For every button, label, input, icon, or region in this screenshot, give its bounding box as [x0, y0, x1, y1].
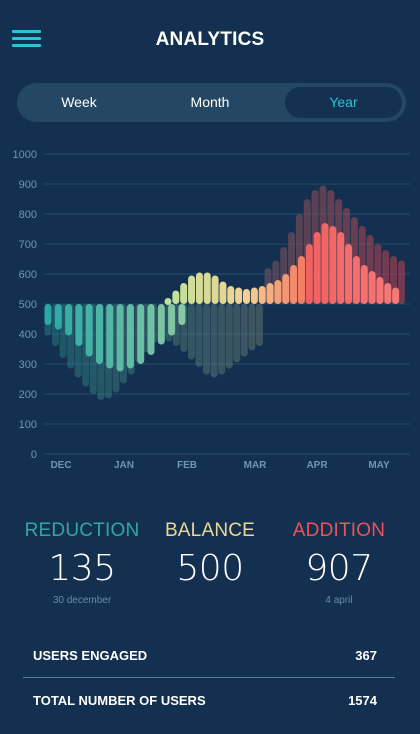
summary-value: 1574 [348, 693, 377, 708]
bar-reduction [126, 304, 134, 369]
stat-addition: ADDITION 907 4 april [269, 520, 409, 607]
background-bar [187, 304, 195, 360]
background-bar [248, 304, 256, 351]
x-tick-label: MAR [244, 460, 268, 471]
x-tick-label: MAY [368, 460, 390, 471]
x-tick-label: DEC [50, 460, 71, 471]
page-title: ANALYTICS [155, 29, 265, 50]
bar-addition [188, 275, 196, 304]
stat-reduction: REDUCTION 135 30 december [12, 520, 152, 607]
y-tick-label: 800 [19, 209, 37, 221]
bar-addition [360, 265, 368, 304]
bar-reduction [116, 304, 124, 372]
x-tick-label: APR [306, 460, 328, 471]
y-tick-label: 600 [19, 269, 37, 281]
stat-addition-value: 907 [305, 548, 373, 589]
background-bar [255, 304, 263, 346]
bar-addition [368, 271, 376, 304]
bar-addition [219, 281, 227, 304]
tab-week[interactable]: Week [21, 87, 137, 118]
summary-row-total-users: TOTAL NUMBER OF USERS 1574 [23, 678, 395, 722]
bar-reduction [54, 304, 62, 330]
summary-label: TOTAL NUMBER OF USERS [33, 693, 206, 708]
bar-addition [227, 286, 235, 304]
y-tick-label: 700 [19, 239, 37, 251]
stat-balance-date [140, 595, 280, 607]
background-bar [218, 304, 226, 375]
bar-addition [274, 280, 282, 304]
bar-addition [305, 244, 313, 304]
background-bar [240, 304, 248, 357]
tab-month[interactable]: Month [152, 87, 268, 118]
bar-reduction [44, 304, 52, 325]
summary-row-users-engaged: USERS ENGAGED 367 [23, 633, 395, 677]
bar-addition [297, 256, 305, 304]
stat-addition-label: ADDITION [292, 520, 386, 541]
bar-reduction [75, 304, 83, 346]
bar-reduction [178, 304, 186, 325]
stat-reduction-label: REDUCTION [24, 520, 140, 541]
y-tick-label: 500 [19, 299, 37, 311]
bar-addition [266, 283, 274, 304]
bar-addition [211, 275, 219, 304]
tab-year[interactable]: Year [285, 87, 402, 118]
stat-balance: BALANCE 500 [140, 520, 280, 607]
bar-reduction [137, 304, 145, 364]
bar-addition [282, 274, 290, 304]
stat-addition-date: 4 april [325, 595, 353, 606]
analytics-chart: 0 100 200 300 400 500 600 700 800 900 1000 DEC JAN FE… [0, 140, 420, 480]
bar-addition [352, 256, 360, 304]
app-header: ANALYTICS [0, 0, 420, 80]
stats-panel: REDUCTION 135 30 december BALANCE 500 AD… [0, 520, 420, 620]
bar-addition [313, 232, 321, 304]
x-tick-label: JAN [114, 460, 134, 471]
stat-balance-label: BALANCE [164, 520, 256, 541]
bar-reduction [157, 304, 165, 345]
background-bar [210, 304, 218, 378]
bar-reduction [65, 304, 73, 336]
y-tick-label: 400 [19, 329, 37, 341]
bar-reduction [168, 304, 176, 336]
bar-addition [337, 232, 345, 304]
background-bar [225, 304, 233, 369]
bar-addition [345, 244, 353, 304]
y-tick-label: 100 [19, 419, 37, 431]
stat-balance-value: 500 [176, 548, 244, 589]
background-bar [233, 304, 241, 363]
bar-addition [290, 265, 298, 304]
bar-reduction [106, 304, 114, 369]
y-tick-label: 900 [19, 179, 37, 191]
period-selector: Week Month Year [17, 83, 406, 122]
y-tick-label: 1000 [13, 149, 37, 161]
summary-list: USERS ENGAGED 367 TOTAL NUMBER OF USERS … [23, 633, 395, 722]
background-bar [195, 304, 203, 367]
x-tick-label: FEB [177, 460, 197, 471]
bar-addition [180, 283, 188, 304]
y-tick-label: 200 [19, 389, 37, 401]
bar-reduction [96, 304, 103, 364]
bar-addition [203, 272, 211, 304]
summary-label: USERS ENGAGED [33, 648, 148, 663]
bar-reduction [85, 304, 93, 357]
bar-addition [321, 223, 329, 304]
stat-reduction-value: 135 [48, 548, 116, 589]
summary-value: 367 [355, 648, 377, 663]
bar-addition [172, 290, 180, 304]
bar-addition [164, 298, 172, 305]
chart-svg: 0 100 200 300 400 500 600 700 800 900 1000 DEC JAN FE… [13, 149, 410, 471]
bar-addition [392, 287, 400, 304]
bar-addition [329, 226, 337, 304]
bar-addition [258, 286, 266, 304]
bar-addition [376, 277, 384, 304]
bar-addition [195, 272, 203, 304]
bar-addition [250, 287, 258, 304]
bar-reduction [147, 304, 155, 355]
bar-addition [384, 283, 392, 304]
bar-addition [243, 289, 250, 304]
y-tick-label: 300 [19, 359, 37, 371]
bar-addition [235, 287, 243, 304]
stat-reduction-date: 30 december [52, 595, 112, 606]
background-bar [203, 304, 211, 375]
y-tick-label: 0 [31, 449, 37, 461]
